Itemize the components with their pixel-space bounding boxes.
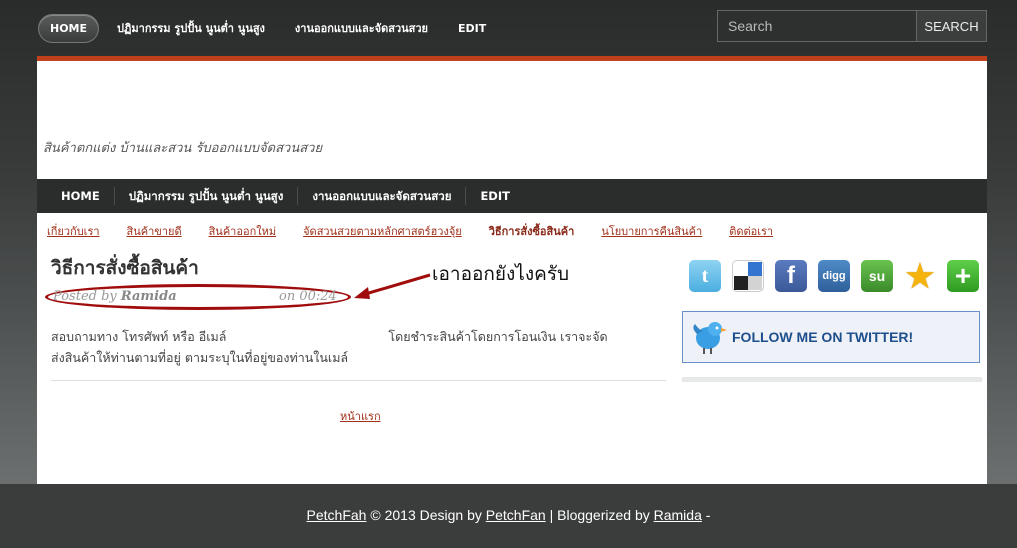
- footer-copyright: © 2013 Design by: [366, 507, 486, 523]
- site-header: สินค้าตกแต่ง บ้านและสวน รับออกแบบจัดสวนส…: [37, 61, 987, 179]
- sub-nav-contact[interactable]: ติดต่อเรา: [729, 222, 773, 240]
- site-footer: PetchFah © 2013 Design by PetchFan | Blo…: [0, 484, 1017, 548]
- post-body-part2: โดยชำระสินค้าโดยการโอนเงิน เราจะจัด: [388, 329, 608, 344]
- top-nav-garden-design[interactable]: งานออกแบบและจัดสวนสวย: [295, 19, 428, 37]
- stumbleupon-icon[interactable]: su: [861, 260, 893, 292]
- home-page-link[interactable]: หน้าแรก: [340, 407, 381, 425]
- sub-nav-return-policy[interactable]: นโยบายการคืนสินค้า: [601, 222, 702, 240]
- post-body: สอบถามทาง โทรศัพท์ หรือ อีเมล์ โดยชำระสิน…: [51, 326, 661, 368]
- top-nav-sculpture[interactable]: ปฏิมากรรม รูปปั้น นูนต่ำ นูนสูง: [117, 19, 265, 37]
- post-body-part1: สอบถามทาง โทรศัพท์ หรือ อีเมล์: [51, 329, 227, 344]
- search-button[interactable]: SEARCH: [916, 10, 987, 42]
- sub-nav-about[interactable]: เกี่ยวกับเรา: [47, 222, 100, 240]
- site-tagline: สินค้าตกแต่ง บ้านและสวน รับออกแบบจัดสวนส…: [43, 141, 323, 156]
- top-nav-home[interactable]: HOME: [38, 13, 100, 43]
- posted-by-label: Posted by: [53, 289, 117, 304]
- post-meta: Posted by Ramida on 00:24: [45, 284, 355, 310]
- sidebar-divider: [682, 377, 982, 382]
- main-nav-garden-design[interactable]: งานออกแบบและจัดสวนสวย: [298, 187, 467, 205]
- post-body-line2: ส่งสินค้าให้ท่านตามที่อยู่ ตามระบุในที่อ…: [51, 350, 349, 365]
- main-nav-sculpture[interactable]: ปฏิมากรรม รูปปั้น นูนต่ำ นูนสูง: [115, 187, 299, 205]
- favorite-star-icon[interactable]: ★: [904, 258, 936, 294]
- facebook-icon[interactable]: f: [775, 260, 807, 292]
- digg-icon[interactable]: digg: [818, 260, 850, 292]
- post-author[interactable]: Ramida: [121, 289, 177, 304]
- twitter-icon[interactable]: t: [689, 260, 721, 292]
- footer-dash: -: [701, 507, 711, 523]
- annotation-text: เอาออกยังไงครับ: [432, 263, 570, 285]
- post-timestamp[interactable]: on 00:24: [279, 289, 337, 304]
- sub-nav-new-products[interactable]: สินค้าออกใหม่: [209, 222, 277, 240]
- search-bar: SEARCH: [717, 10, 987, 42]
- footer-bloggerized: | Bloggerized by: [545, 507, 654, 523]
- follow-twitter-link[interactable]: FOLLOW ME ON TWITTER!: [732, 329, 913, 345]
- page-container: สินค้าตกแต่ง บ้านและสวน รับออกแบบจัดสวนส…: [37, 56, 987, 484]
- social-icons: t f digg su ★ +: [689, 258, 979, 294]
- search-input[interactable]: [717, 10, 916, 42]
- top-nav-edit[interactable]: EDIT: [458, 22, 486, 35]
- sub-nav: เกี่ยวกับเรา สินค้าขายดี สินค้าออกใหม่ จ…: [47, 222, 800, 240]
- sub-nav-bestsellers[interactable]: สินค้าขายดี: [127, 222, 182, 240]
- footer-designer-link[interactable]: PetchFan: [486, 507, 546, 523]
- footer-brand-link[interactable]: PetchFah: [307, 507, 367, 523]
- sub-nav-fengshui-garden[interactable]: จัดสวนสวยตามหลักศาสตร์ฮวงจุ้ย: [303, 222, 462, 240]
- posted-by: Posted by Ramida: [53, 289, 177, 304]
- follow-twitter-box[interactable]: FOLLOW ME ON TWITTER!: [682, 311, 980, 363]
- twitter-bird-icon: [693, 322, 727, 354]
- main-nav-edit[interactable]: EDIT: [466, 187, 524, 205]
- footer-credits: PetchFah © 2013 Design by PetchFan | Blo…: [0, 507, 1017, 523]
- footer-author-link[interactable]: Ramida: [654, 507, 702, 523]
- post-title: วิธีการสั่งซื้อสินค้า: [51, 257, 199, 279]
- delicious-icon[interactable]: [732, 260, 764, 292]
- main-nav-home[interactable]: HOME: [37, 187, 115, 205]
- post-divider: [51, 380, 666, 381]
- top-nav: HOME ปฏิมากรรม รูปปั้น นูนต่ำ นูนสูง งาน…: [38, 12, 516, 44]
- main-nav: HOME ปฏิมากรรม รูปปั้น นูนต่ำ นูนสูง งาน…: [37, 179, 987, 213]
- annotation-arrow-icon: [354, 273, 431, 299]
- add-plus-icon[interactable]: +: [947, 260, 979, 292]
- sub-nav-how-to-order[interactable]: วิธีการสั่งซื้อสินค้า: [489, 222, 575, 240]
